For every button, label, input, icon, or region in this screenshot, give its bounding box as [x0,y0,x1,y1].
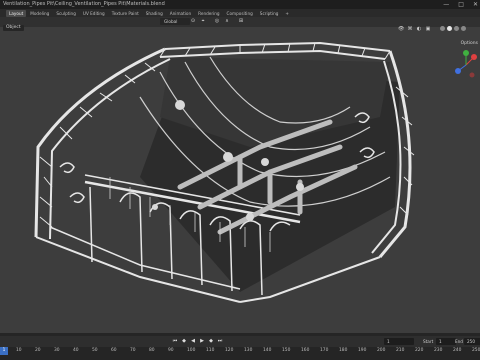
ruler-tick: 10 [16,348,22,353]
orientation-menu-icon[interactable]: ⊞ [238,18,244,24]
tab-texture-paint[interactable]: Texture Paint [109,10,142,17]
ruler-tick: 110 [206,348,215,353]
minimize-button[interactable]: — [443,0,449,9]
ruler-tick: 210 [396,348,405,353]
ruler-tick: 90 [168,348,174,353]
tab-compositing[interactable]: Compositing [224,10,256,17]
play-icon[interactable]: ▶ [199,338,205,344]
ruler-tick: 20 [35,348,41,353]
ruler-tick: 100 [187,348,196,353]
3d-viewport[interactable] [0,27,480,333]
ruler-tick: 140 [263,348,272,353]
jump-start-icon[interactable]: ⏮ [172,338,178,344]
window-controls: — □ ✕ [443,0,478,9]
ruler-tick: 190 [358,348,367,353]
workspace-tabs: Layout Modeling Sculpting UV Editing Tex… [0,9,480,17]
ruler-tick: 50 [92,348,98,353]
current-frame-field[interactable]: 1 [384,338,414,345]
tab-sculpting[interactable]: Sculpting [53,10,79,17]
navigation-gizmo[interactable] [455,50,477,78]
play-reverse-icon[interactable]: ◀ [190,338,196,344]
ruler-tick: 30 [54,348,60,353]
tab-animation[interactable]: Animation [167,10,194,17]
tab-shading[interactable]: Shading [143,10,166,17]
ruler-tick: 80 [149,348,155,353]
ruler-tick: 230 [434,348,443,353]
ruler-tick: 70 [130,348,136,353]
snap-icon[interactable]: ⌖ [200,18,206,24]
playback-controls: ⏮ ◆ ◀ ▶ ◆ ⏭ [172,338,223,344]
falloff-icon[interactable]: ∧ [224,18,230,24]
tab-modeling[interactable]: Modeling [27,10,52,17]
ruler-tick: 150 [282,348,291,353]
maximize-button[interactable]: □ [458,0,464,9]
jump-end-icon[interactable]: ⏭ [217,338,223,344]
ruler-tick: 130 [244,348,253,353]
pivot-icon[interactable]: ⊙ [190,18,196,24]
frame-ruler[interactable]: 10 20 30 40 50 60 70 80 90 100 110 120 130 140 150 160 1… [0,348,480,356]
transform-orientation-dropdown[interactable]: Global [160,18,190,25]
close-button[interactable]: ✕ [473,0,478,9]
ruler-tick: 170 [320,348,329,353]
add-workspace-button[interactable]: + [282,10,292,17]
ruler-tick: 240 [453,348,462,353]
title-bar: Ventilation_Pipes Pit\Ceiling_Ventilatio… [0,0,480,9]
ruler-tick: 200 [377,348,386,353]
ruler-tick: 250 [472,348,480,353]
ruler-tick: 40 [73,348,79,353]
ruler-tick: 160 [301,348,310,353]
ruler-tick: 220 [415,348,424,353]
next-keyframe-icon[interactable]: ◆ [208,338,214,344]
tab-layout[interactable]: Layout [6,9,27,17]
proportional-editing-icon[interactable]: ◎ [214,18,220,24]
tab-uv-editing[interactable]: UV Editing [80,10,108,17]
ruler-tick: 60 [111,348,117,353]
tab-scripting[interactable]: Scripting [257,10,282,17]
tab-rendering[interactable]: Rendering [195,10,222,17]
roof-truss [159,41,391,60]
ruler-tick: 120 [225,348,234,353]
end-frame-field[interactable]: 250 [464,338,480,345]
window-title: Ventilation_Pipes Pit\Ceiling_Ventilatio… [3,1,165,7]
ruler-tick: 180 [339,348,348,353]
start-label: Start [423,339,434,344]
prev-keyframe-icon[interactable]: ◆ [181,338,187,344]
